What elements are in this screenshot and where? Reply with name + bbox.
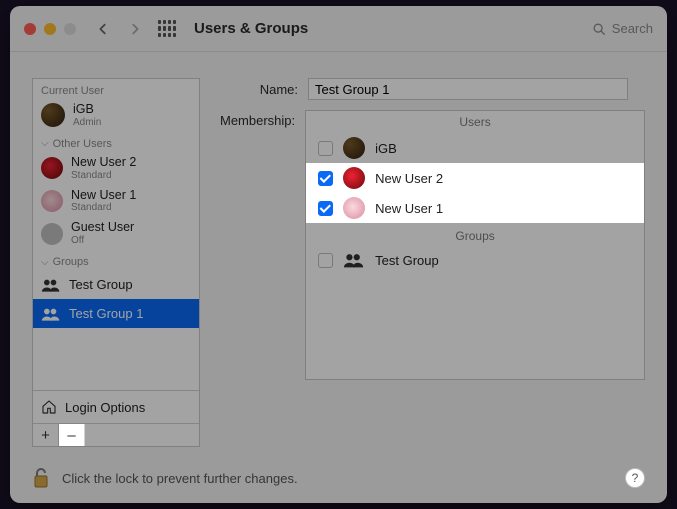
chevron-down-icon: ⌵ <box>41 138 49 149</box>
avatar <box>343 137 365 159</box>
minimize-window[interactable] <box>44 23 56 35</box>
avatar <box>343 167 365 189</box>
lock-bar: Click the lock to prevent further change… <box>10 459 667 503</box>
sidebar-group-selected[interactable]: Test Group 1 <box>33 299 199 328</box>
section-current-user: Current User <box>33 79 199 99</box>
prefs-window: Users & Groups Search Current User iGB A… <box>10 6 667 503</box>
group-icon <box>41 307 61 321</box>
user-name: New User 1 <box>71 189 136 203</box>
search-field[interactable]: Search <box>592 21 653 36</box>
forward-button[interactable] <box>124 18 146 40</box>
users-sidebar: Current User iGB Admin ⌵ Other Users New… <box>32 78 200 447</box>
remove-button[interactable]: – <box>59 424 85 446</box>
user-role: Standard <box>71 202 136 213</box>
window-title: Users & Groups <box>194 20 308 37</box>
avatar <box>343 197 365 219</box>
members-groups-header: Groups <box>306 223 644 245</box>
member-name: Test Group <box>375 253 439 268</box>
membership-row: Membership: Users iGB New User 2 <box>220 110 645 380</box>
member-name: New User 2 <box>375 171 443 186</box>
login-options[interactable]: Login Options <box>33 390 199 423</box>
sidebar-user-other[interactable]: New User 2 Standard <box>33 152 199 185</box>
member-row[interactable]: New User 2 <box>306 163 644 193</box>
member-row[interactable]: Test Group <box>306 245 644 275</box>
member-checkbox[interactable] <box>318 253 333 268</box>
lock-text: Click the lock to prevent further change… <box>62 471 298 486</box>
member-name: iGB <box>375 141 397 156</box>
sidebar-user-other[interactable]: Guest User Off <box>33 217 199 250</box>
user-role: Admin <box>73 117 101 128</box>
lock-icon[interactable] <box>32 467 50 489</box>
avatar <box>41 223 63 245</box>
user-role: Standard <box>71 170 136 181</box>
titlebar: Users & Groups Search <box>10 6 667 52</box>
group-name: Test Group 1 <box>69 306 143 321</box>
sidebar-user-other[interactable]: New User 1 Standard <box>33 185 199 218</box>
member-name: New User 1 <box>375 201 443 216</box>
member-checkbox[interactable] <box>318 201 333 216</box>
group-name-input[interactable] <box>308 78 628 100</box>
user-role: Off <box>71 235 134 246</box>
membership-panel: Users iGB New User 2 <box>305 110 645 380</box>
name-row: Name: <box>220 78 645 100</box>
back-button[interactable] <box>92 18 114 40</box>
home-icon <box>41 399 57 415</box>
membership-label: Membership: <box>220 110 305 128</box>
section-other-users[interactable]: ⌵ Other Users <box>33 132 199 152</box>
sidebar-footer: + – <box>33 423 199 446</box>
window-controls <box>24 23 76 35</box>
member-row[interactable]: iGB <box>306 133 644 163</box>
close-window[interactable] <box>24 23 36 35</box>
zoom-window[interactable] <box>64 23 76 35</box>
group-icon <box>343 252 365 268</box>
add-button[interactable]: + <box>33 424 59 446</box>
body: Current User iGB Admin ⌵ Other Users New… <box>10 52 667 459</box>
member-row[interactable]: New User 1 <box>306 193 644 223</box>
group-detail: Name: Membership: Users iGB <box>220 78 645 447</box>
search-icon <box>592 22 606 36</box>
search-placeholder: Search <box>612 21 653 36</box>
member-checkbox[interactable] <box>318 141 333 156</box>
sidebar-user-current[interactable]: iGB Admin <box>33 99 199 132</box>
avatar <box>41 103 65 127</box>
members-users-header: Users <box>306 111 644 133</box>
chevron-down-icon: ⌵ <box>41 257 49 268</box>
member-checkbox[interactable] <box>318 171 333 186</box>
avatar <box>41 157 63 179</box>
user-name: iGB <box>73 103 101 117</box>
avatar <box>41 190 63 212</box>
group-icon <box>41 278 61 292</box>
help-button[interactable]: ? <box>625 468 645 488</box>
sidebar-group[interactable]: Test Group <box>33 270 199 299</box>
user-name: Guest User <box>71 221 134 235</box>
name-label: Name: <box>220 82 308 97</box>
section-groups[interactable]: ⌵ Groups <box>33 250 199 270</box>
user-name: New User 2 <box>71 156 136 170</box>
group-name: Test Group <box>69 277 133 292</box>
show-all-button[interactable] <box>156 18 178 40</box>
